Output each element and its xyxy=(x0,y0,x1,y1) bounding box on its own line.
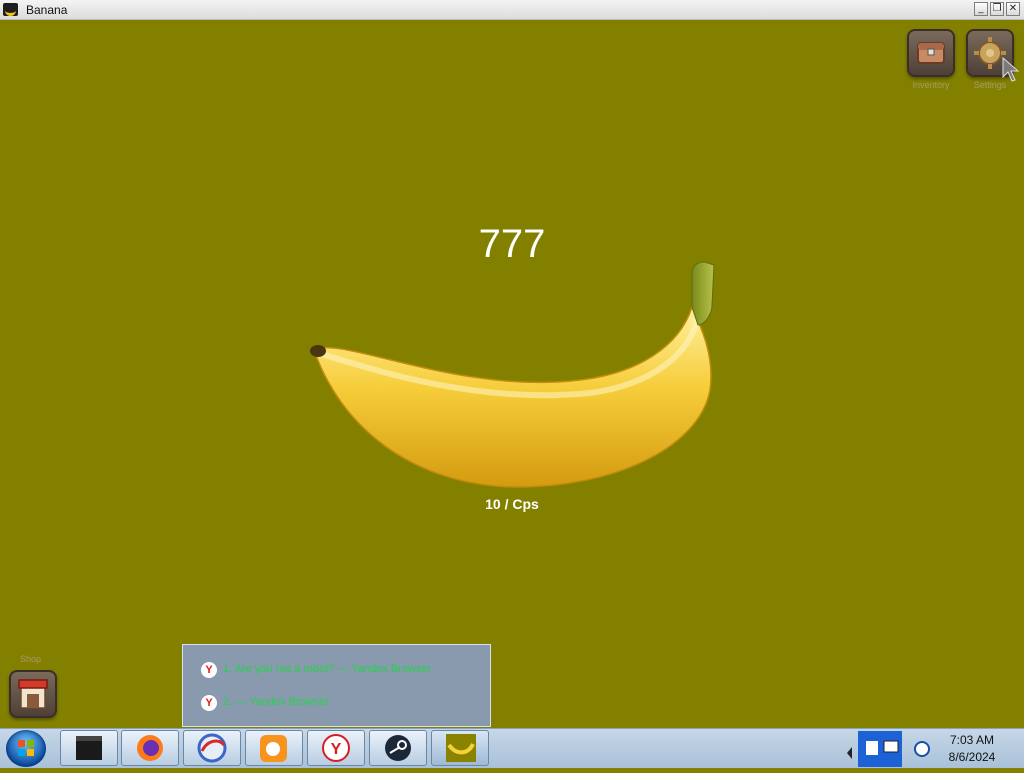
inventory-button[interactable] xyxy=(907,29,955,77)
taskbar-app-uc-browser[interactable] xyxy=(245,730,303,766)
firefox-icon xyxy=(137,735,163,761)
clock-time[interactable]: 7:03 AM xyxy=(940,733,1004,747)
shop-icon xyxy=(18,679,48,709)
banana-clicker[interactable] xyxy=(300,255,730,495)
banana-icon xyxy=(446,734,476,762)
cps-readout: 10 / Cps xyxy=(485,496,539,512)
shop-label: Shop xyxy=(20,654,42,664)
taskbar: Y xyxy=(0,728,1024,768)
inventory-label: Inventory xyxy=(912,80,950,90)
popup-window-title: 1. Are you not a robot? — Yandex Browser xyxy=(223,663,432,675)
minimize-button[interactable]: _ xyxy=(974,2,988,16)
window-titlebar: Banana _ ❐ ✕ xyxy=(0,0,1024,20)
taskbar-app-terminal[interactable] xyxy=(60,730,118,766)
network-icon xyxy=(883,740,899,753)
action-center-icon xyxy=(866,741,878,755)
close-button[interactable]: ✕ xyxy=(1006,2,1020,16)
clock-date[interactable]: 8/6/2024 xyxy=(940,750,1004,764)
taskbar-app-browser[interactable] xyxy=(183,730,241,766)
chest-icon xyxy=(917,42,945,64)
uc-browser-icon xyxy=(260,735,287,762)
yandex-icon xyxy=(201,695,217,711)
shop-button[interactable] xyxy=(9,670,57,718)
window-title: Banana xyxy=(26,3,68,17)
popup-window-title: 2. — Yandex Browser xyxy=(223,696,329,708)
steam-icon xyxy=(385,735,411,761)
taskbar-thumbnail-popup: 1. Are you not a robot? — Yandex Browser… xyxy=(182,644,491,727)
yandex-browser-icon: Y xyxy=(322,734,350,762)
windows-logo-icon xyxy=(18,740,34,756)
bluetooth-icon xyxy=(914,741,930,757)
terminal-icon xyxy=(76,736,102,760)
yandex-icon xyxy=(201,662,217,678)
start-button[interactable] xyxy=(6,730,46,767)
browser-icon xyxy=(197,733,227,763)
popup-window-item[interactable]: 2. — Yandex Browser xyxy=(201,694,481,714)
mouse-cursor-icon xyxy=(1002,57,1020,82)
taskbar-app-banana[interactable] xyxy=(431,730,489,766)
restore-button[interactable]: ❐ xyxy=(990,2,1004,16)
taskbar-app-yandex[interactable]: Y xyxy=(307,730,365,766)
taskbar-app-firefox[interactable] xyxy=(121,730,179,766)
popup-window-item[interactable]: 1. Are you not a robot? — Yandex Browser xyxy=(201,661,481,681)
svg-text:Y: Y xyxy=(331,741,342,758)
tray-icons xyxy=(847,731,930,767)
banana-app-icon xyxy=(3,3,18,16)
tray-expand-icon xyxy=(847,747,852,759)
taskbar-app-steam[interactable] xyxy=(369,730,427,766)
